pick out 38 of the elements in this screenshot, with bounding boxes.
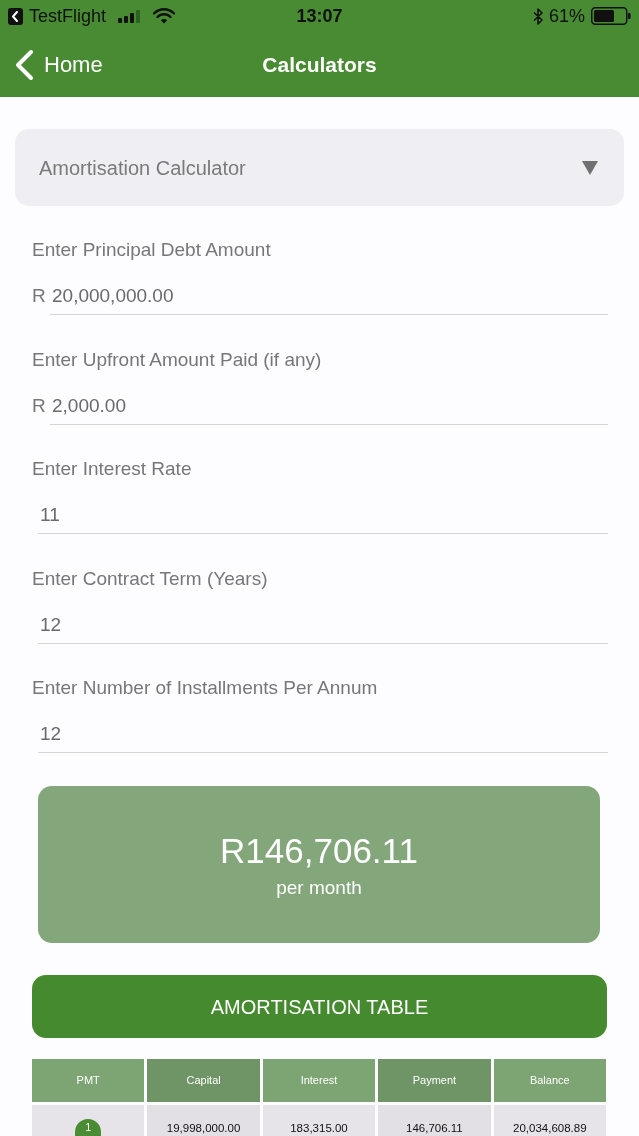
column-header: Balance bbox=[493, 1059, 606, 1102]
app-name[interactable]: TestFlight bbox=[29, 7, 107, 26]
currency-prefix: R bbox=[32, 393, 43, 418]
input-field[interactable]: 20,000,000.00 bbox=[50, 278, 608, 315]
payment-period: per month bbox=[276, 876, 362, 899]
column-header: Interest bbox=[262, 1059, 376, 1102]
table-cell: 183,315.00 bbox=[262, 1105, 376, 1136]
input-field[interactable]: 12 bbox=[38, 716, 608, 753]
field-label: Enter Principal Debt Amount bbox=[32, 238, 272, 262]
table-cell: 146,706.11 bbox=[378, 1105, 491, 1136]
currency-prefix: R bbox=[32, 284, 43, 309]
field-label: Enter Contract Term (Years) bbox=[32, 566, 269, 591]
bluetooth-icon bbox=[532, 7, 543, 25]
clock-time: 13:07 bbox=[296, 7, 343, 26]
table-cell: 19,998,000.00 bbox=[147, 1105, 260, 1136]
column-header: Payment bbox=[378, 1059, 491, 1102]
back-button[interactable]: Home bbox=[14, 48, 103, 81]
screen-title: Calculators bbox=[262, 54, 377, 76]
table-cell: 20,034,608.89 bbox=[493, 1105, 606, 1136]
payment-amount: R146,706.11 bbox=[220, 830, 418, 871]
input-field[interactable]: 11 bbox=[38, 497, 608, 534]
wifi-icon bbox=[153, 8, 176, 25]
field-label: Enter Number of Installments Per Annum bbox=[32, 676, 379, 700]
field-label: Enter Interest Rate bbox=[32, 457, 193, 481]
battery-percent: 61% bbox=[548, 7, 585, 26]
column-header: Capital bbox=[147, 1059, 260, 1102]
column-header: PMT bbox=[32, 1059, 145, 1102]
back-to-app-icon[interactable] bbox=[8, 7, 23, 25]
payment-number-pill: 1 bbox=[75, 1119, 102, 1136]
caret-icon bbox=[582, 160, 598, 175]
calculator-dropdown[interactable]: Amortisation Calculator bbox=[15, 129, 624, 206]
signal-icon bbox=[118, 9, 142, 23]
input-field[interactable]: 12 bbox=[38, 606, 608, 644]
field-label: Enter Upfront Amount Paid (if any) bbox=[32, 347, 323, 372]
chevron-left-icon bbox=[14, 48, 34, 81]
input-field[interactable]: 2,000.00 bbox=[50, 387, 608, 425]
amortisation-table-button[interactable]: AMORTISATION TABLE bbox=[32, 975, 607, 1038]
battery-icon bbox=[591, 7, 631, 26]
